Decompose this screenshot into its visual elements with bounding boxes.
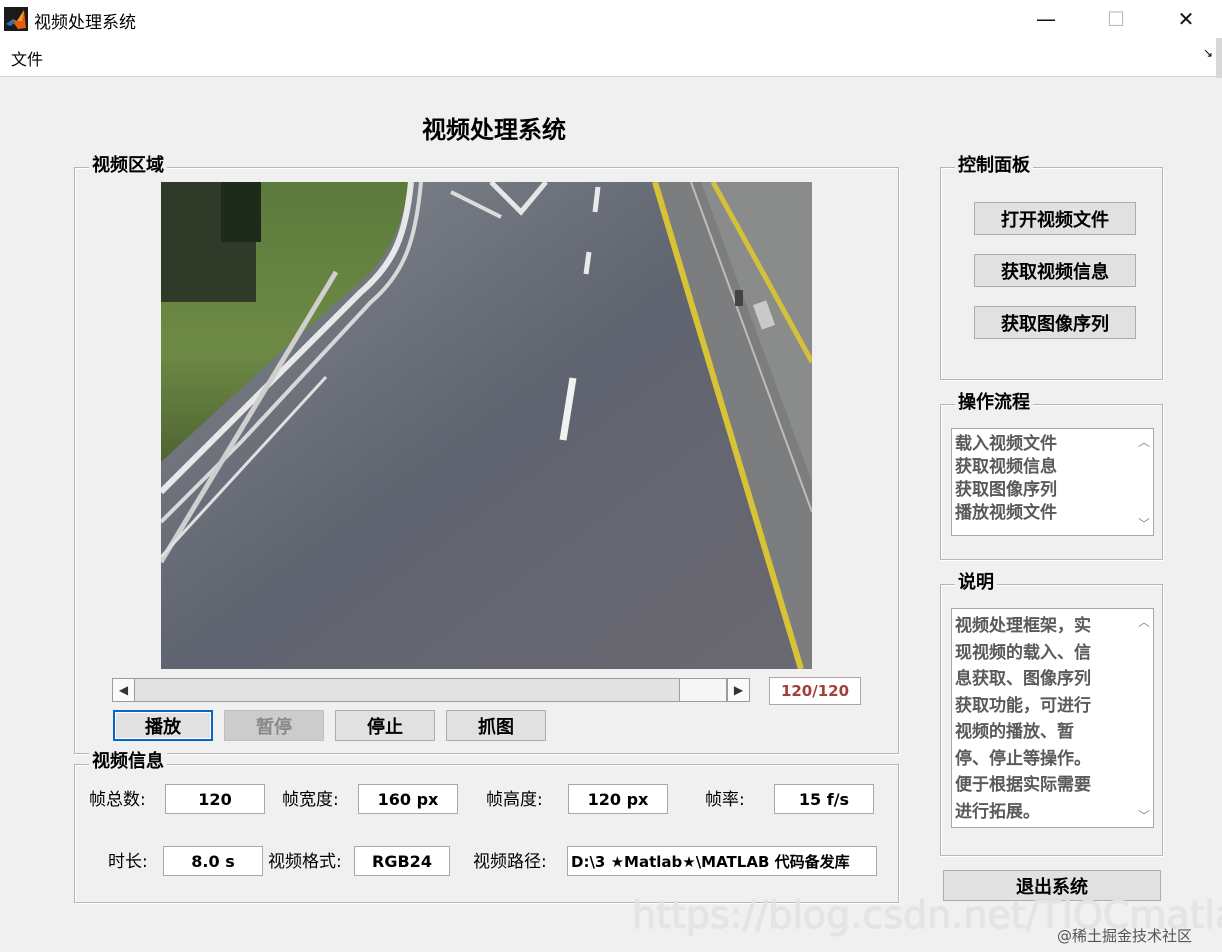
workflow-panel-legend: 操作流程: [955, 393, 1033, 413]
close-icon: ✕: [1177, 7, 1195, 31]
capture-button[interactable]: 抓图: [446, 710, 546, 741]
list-item[interactable]: 载入视频文件: [955, 433, 1057, 456]
menu-item-file[interactable]: 文件: [11, 46, 43, 70]
frame-height-label: 帧高度:: [486, 790, 543, 810]
description-line: 进行拓展。: [955, 801, 1040, 822]
workflow-scrollbar[interactable]: ︿ ﹀: [1135, 429, 1153, 535]
description-line: 便于根据实际需要: [955, 775, 1091, 795]
duration-field[interactable]: 8.0 s: [163, 846, 263, 876]
play-button[interactable]: 播放: [113, 710, 213, 741]
duration-label: 时长:: [108, 852, 148, 872]
slider-thumb[interactable]: [679, 679, 727, 701]
frame-counter: 120/120: [769, 677, 861, 705]
description-line: 停、停止等操作。: [955, 748, 1091, 769]
scroll-down-icon[interactable]: ﹀: [1135, 513, 1153, 533]
list-item[interactable]: 获取图像序列: [955, 479, 1057, 502]
minimize-icon: —: [1036, 7, 1056, 31]
maximize-icon: ☐: [1107, 7, 1125, 31]
title-bar: 视频处理系统 — ☐ ✕: [0, 0, 1222, 38]
maximize-button[interactable]: ☐: [1086, 0, 1146, 38]
stop-button[interactable]: 停止: [335, 710, 435, 741]
description-line: 视频处理框架，实: [955, 616, 1091, 636]
description-line: 现视频的载入、信: [955, 642, 1091, 663]
credit-text: @稀土掘金技术社区: [1057, 927, 1193, 945]
description-panel-legend: 说明: [955, 573, 997, 593]
open-video-button[interactable]: 打开视频文件: [974, 202, 1136, 235]
description-textbox[interactable]: 视频处理框架，实 现视频的载入、信 息获取、图像序列 获取功能，可进行 视频的播…: [951, 608, 1154, 828]
video-frame: [161, 182, 812, 669]
video-panel-legend: 视频区域: [89, 156, 167, 176]
dock-arrow-icon[interactable]: ↘: [1203, 46, 1213, 60]
slider-right-arrow-icon[interactable]: ▶: [727, 679, 749, 701]
frame-rate-field[interactable]: 15 f/s: [774, 784, 874, 814]
description-line: 息获取、图像序列: [955, 669, 1091, 689]
get-video-info-button[interactable]: 获取视频信息: [974, 254, 1136, 287]
description-line: 获取功能，可进行: [955, 695, 1091, 716]
video-path-label: 视频路径:: [473, 852, 547, 872]
close-button[interactable]: ✕: [1156, 0, 1216, 38]
frame-height-field[interactable]: 120 px: [568, 784, 668, 814]
slider-left-arrow-icon[interactable]: ◀: [113, 679, 135, 701]
menu-bar: 文件: [0, 38, 1222, 77]
scroll-up-icon[interactable]: ︿: [1135, 431, 1153, 451]
window-edge: [1216, 38, 1222, 78]
total-frames-label: 帧总数:: [89, 790, 146, 810]
total-frames-field[interactable]: 120: [165, 784, 265, 814]
video-format-label: 视频格式:: [268, 852, 342, 872]
workflow-listbox[interactable]: 载入视频文件 获取视频信息 获取图像序列 播放视频文件 ︿ ﹀: [951, 428, 1154, 536]
window-title: 视频处理系统: [34, 13, 136, 33]
list-item[interactable]: 获取视频信息: [955, 456, 1057, 479]
video-path-field[interactable]: D:\3 ★Matlab★\MATLAB 代码备发库: [567, 846, 877, 876]
description-text: 视频处理框架，实 现视频的载入、信 息获取、图像序列 获取功能，可进行 视频的播…: [955, 613, 1091, 825]
list-item[interactable]: 播放视频文件: [955, 502, 1057, 525]
video-format-field[interactable]: RGB24: [354, 846, 450, 876]
frame-width-label: 帧宽度:: [282, 790, 339, 810]
page-title: 视频处理系统: [422, 115, 566, 144]
control-panel-legend: 控制面板: [955, 156, 1033, 176]
get-image-sequence-button[interactable]: 获取图像序列: [974, 306, 1136, 339]
minimize-button[interactable]: —: [1016, 0, 1076, 38]
frame-slider[interactable]: ◀ ▶: [112, 678, 750, 702]
pause-button[interactable]: 暂停: [224, 710, 324, 741]
scroll-down-icon[interactable]: ﹀: [1135, 805, 1153, 825]
frame-rate-label: 帧率:: [705, 790, 745, 810]
description-scrollbar[interactable]: ︿ ﹀: [1135, 609, 1153, 827]
matlab-app-icon: [4, 7, 28, 31]
description-line: 视频的播放、暂: [955, 722, 1074, 742]
scroll-up-icon[interactable]: ︿: [1135, 611, 1153, 631]
frame-width-field[interactable]: 160 px: [358, 784, 458, 814]
video-info-legend: 视频信息: [89, 752, 167, 772]
